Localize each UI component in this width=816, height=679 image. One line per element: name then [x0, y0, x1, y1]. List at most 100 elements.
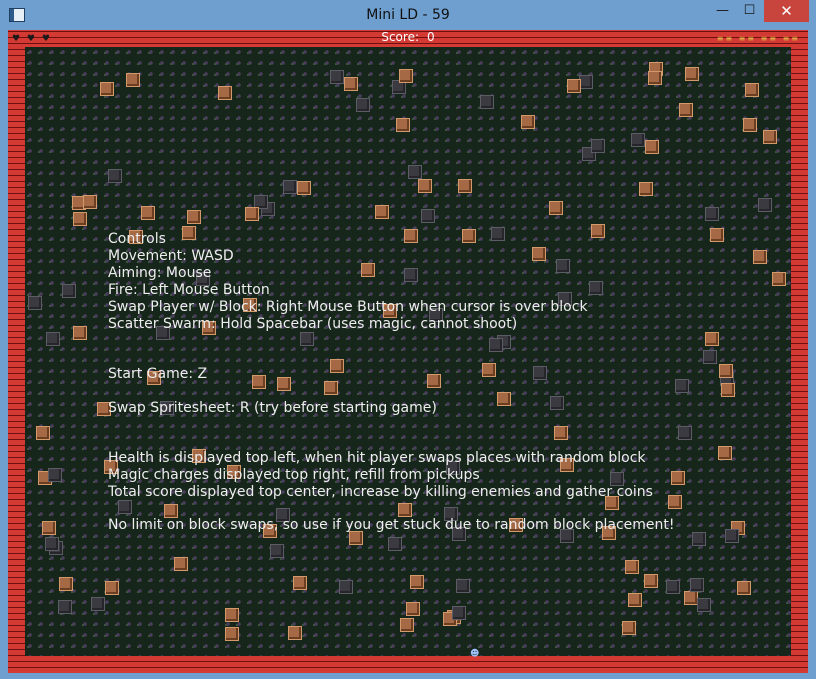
field-block[interactable] — [719, 364, 733, 378]
field-block[interactable] — [532, 247, 546, 261]
field-block[interactable] — [406, 602, 420, 616]
field-block[interactable] — [480, 95, 494, 109]
field-block[interactable] — [418, 179, 432, 193]
field-block[interactable] — [743, 118, 757, 132]
field-block[interactable] — [324, 381, 338, 395]
field-block[interactable] — [42, 521, 56, 535]
field-block[interactable] — [639, 182, 653, 196]
field-block[interactable] — [705, 207, 719, 221]
field-block[interactable] — [685, 67, 699, 81]
field-block[interactable] — [718, 446, 732, 460]
field-block[interactable] — [225, 627, 239, 641]
field-block[interactable] — [579, 75, 593, 89]
field-block[interactable] — [703, 350, 717, 364]
field-block[interactable] — [482, 363, 496, 377]
field-block[interactable] — [690, 578, 704, 592]
field-block[interactable] — [73, 212, 87, 226]
field-block[interactable] — [126, 73, 140, 87]
field-block[interactable] — [591, 139, 605, 153]
field-block[interactable] — [753, 250, 767, 264]
field-block[interactable] — [554, 426, 568, 440]
field-block[interactable] — [344, 77, 358, 91]
field-block[interactable] — [410, 575, 424, 589]
field-block[interactable] — [105, 581, 119, 595]
field-block[interactable] — [361, 263, 375, 277]
field-block[interactable] — [648, 71, 662, 85]
field-block[interactable] — [225, 608, 239, 622]
play-field[interactable]: ☻ — [25, 47, 791, 659]
field-block[interactable] — [644, 574, 658, 588]
field-block[interactable] — [521, 115, 535, 129]
field-block[interactable] — [288, 626, 302, 640]
field-block[interactable] — [252, 375, 266, 389]
field-block[interactable] — [396, 118, 410, 132]
field-block[interactable] — [330, 70, 344, 84]
field-block[interactable] — [141, 206, 155, 220]
field-block[interactable] — [339, 580, 353, 594]
field-block[interactable] — [758, 198, 772, 212]
field-block[interactable] — [710, 228, 724, 242]
field-block[interactable] — [462, 229, 476, 243]
field-block[interactable] — [400, 618, 414, 632]
field-block[interactable] — [745, 83, 759, 97]
field-block[interactable] — [164, 504, 178, 518]
field-block[interactable] — [491, 227, 505, 241]
field-block[interactable] — [398, 503, 412, 517]
field-block[interactable] — [245, 207, 259, 221]
field-block[interactable] — [388, 537, 402, 551]
field-block[interactable] — [622, 621, 636, 635]
field-block[interactable] — [591, 224, 605, 238]
field-block[interactable] — [283, 180, 297, 194]
field-block[interactable] — [297, 181, 311, 195]
field-block[interactable] — [567, 79, 581, 93]
field-block[interactable] — [408, 165, 422, 179]
field-block[interactable] — [628, 593, 642, 607]
field-block[interactable] — [684, 591, 698, 605]
field-block[interactable] — [645, 140, 659, 154]
field-block[interactable] — [533, 366, 547, 380]
field-block[interactable] — [692, 532, 706, 546]
field-block[interactable] — [452, 606, 466, 620]
field-block[interactable] — [721, 383, 735, 397]
field-block[interactable] — [458, 179, 472, 193]
field-block[interactable] — [763, 130, 777, 144]
field-block[interactable] — [356, 98, 370, 112]
field-block[interactable] — [59, 577, 73, 591]
field-block[interactable] — [45, 537, 59, 551]
field-block[interactable] — [300, 332, 314, 346]
field-block[interactable] — [182, 226, 196, 240]
field-block[interactable] — [705, 332, 719, 346]
field-block[interactable] — [497, 392, 511, 406]
field-block[interactable] — [36, 426, 50, 440]
field-block[interactable] — [375, 205, 389, 219]
field-block[interactable] — [187, 210, 201, 224]
field-block[interactable] — [73, 326, 87, 340]
field-block[interactable] — [668, 495, 682, 509]
field-block[interactable] — [772, 272, 786, 286]
field-block[interactable] — [118, 500, 132, 514]
field-block[interactable] — [427, 374, 441, 388]
field-block[interactable] — [100, 82, 114, 96]
field-block[interactable] — [91, 597, 105, 611]
field-block[interactable] — [62, 284, 76, 298]
field-block[interactable] — [399, 69, 413, 83]
field-block[interactable] — [293, 576, 307, 590]
field-block[interactable] — [421, 209, 435, 223]
field-block[interactable] — [671, 471, 685, 485]
minimize-button[interactable]: — — [709, 0, 736, 22]
field-block[interactable] — [625, 560, 639, 574]
field-block[interactable] — [58, 600, 72, 614]
field-block[interactable] — [174, 557, 188, 571]
field-block[interactable] — [83, 195, 97, 209]
field-block[interactable] — [277, 377, 291, 391]
field-block[interactable] — [550, 396, 564, 410]
field-block[interactable] — [404, 268, 418, 282]
field-block[interactable] — [218, 86, 232, 100]
game-canvas[interactable]: ♥ ♥ ♥ Score: 0 ≡≡ ≡≡ ≡≡ ≡≡ ☻ Controls Mov… — [8, 30, 808, 673]
field-block[interactable] — [589, 281, 603, 295]
field-block[interactable] — [675, 379, 689, 393]
field-block[interactable] — [737, 581, 751, 595]
field-block[interactable] — [330, 359, 344, 373]
field-block[interactable] — [404, 229, 418, 243]
field-block[interactable] — [270, 544, 284, 558]
